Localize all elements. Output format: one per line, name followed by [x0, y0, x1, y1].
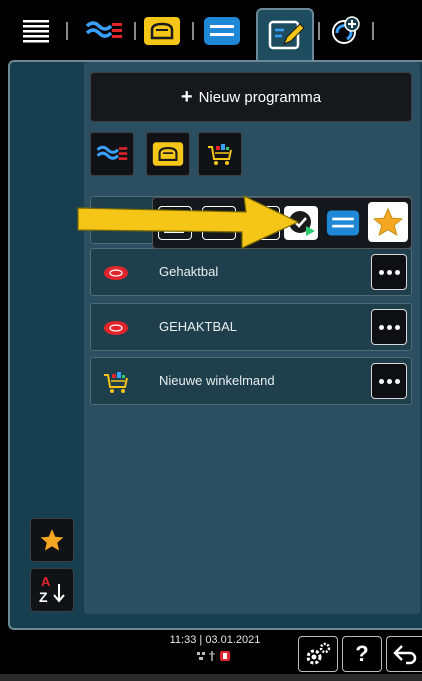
- sort-bottom-letter: Z: [39, 589, 48, 605]
- clock-play-icon: [289, 211, 315, 236]
- meat-steam-icon: [85, 21, 122, 38]
- delete-icon: [256, 216, 270, 233]
- more-options-button[interactable]: [371, 254, 407, 290]
- separator: |: [199, 634, 203, 646]
- favorites-filter-button[interactable]: [30, 518, 74, 562]
- network-usb-status-icon: [197, 651, 230, 661]
- list-item[interactable]: GEHAKTBAL: [90, 303, 412, 351]
- meat-icon: [99, 314, 133, 342]
- dot: [394, 378, 400, 384]
- tab-separator: [192, 22, 194, 40]
- list-item-label: Nieuwe winkelmand: [159, 373, 275, 388]
- date-text: 03.01.2021: [205, 634, 261, 646]
- favorite-button[interactable]: [368, 202, 408, 242]
- dot: [386, 269, 392, 275]
- new-program-label: Nieuw programma: [198, 88, 322, 106]
- status-icons: [150, 650, 280, 665]
- filter-meat[interactable]: [90, 132, 134, 176]
- spiral-plus-icon: [332, 16, 360, 44]
- help-button[interactable]: ?: [342, 636, 382, 672]
- filter-basket[interactable]: [198, 132, 242, 176]
- tab-separator: [372, 22, 374, 40]
- bread-icon: [152, 142, 184, 166]
- tab-meat-category[interactable]: [84, 12, 124, 50]
- star-icon: [373, 207, 403, 236]
- hamburger-list-icon: [23, 20, 49, 43]
- delete-button[interactable]: [246, 206, 280, 240]
- gears-icon: [306, 642, 331, 665]
- dot: [386, 324, 392, 330]
- back-arrow-icon: [392, 645, 416, 665]
- edit-pencil-icon: [268, 20, 304, 50]
- star-icon: [40, 529, 64, 551]
- sort-top-letter: A: [41, 574, 51, 589]
- dot: [394, 324, 400, 330]
- edit-icon: [164, 213, 187, 233]
- list-item-label: Gehaktbal: [159, 264, 219, 279]
- tray-icon: [326, 210, 360, 236]
- basket-icon: [99, 368, 133, 396]
- plus-icon: +: [180, 85, 193, 108]
- dot: [378, 324, 384, 330]
- time-text: 11:33: [169, 634, 197, 646]
- meat-icon: [99, 259, 133, 287]
- top-tab-bar: [0, 0, 422, 62]
- sort-az-button[interactable]: A Z: [30, 568, 74, 612]
- tab-side-dish-category[interactable]: [202, 12, 242, 50]
- list-item-label: GEHAKTBAL: [159, 319, 238, 334]
- edit-button[interactable]: [158, 206, 192, 240]
- dot: [386, 378, 392, 384]
- filter-bread[interactable]: [146, 132, 190, 176]
- tab-baking-category[interactable]: [142, 12, 182, 50]
- copy-icon: [209, 216, 229, 232]
- tray-icon: [204, 17, 240, 45]
- device-frame: [0, 674, 422, 681]
- sort-alpha-icon: A Z: [39, 574, 65, 605]
- tab-edit-programs[interactable]: [266, 16, 306, 54]
- question-icon: ?: [355, 641, 369, 666]
- tab-separator: [318, 22, 320, 40]
- list-item[interactable]: Gehaktbal: [90, 248, 412, 296]
- bread-icon: [144, 17, 180, 45]
- more-options-button[interactable]: [371, 363, 407, 399]
- settings-button[interactable]: [298, 636, 338, 672]
- more-options-button[interactable]: [371, 309, 407, 345]
- dot: [394, 269, 400, 275]
- oven-screen: + Nieuw programma Gehaktbal GEHAKTBAL Ni…: [0, 0, 422, 681]
- meat-steam-icon: [96, 145, 128, 160]
- new-program-button[interactable]: + Nieuw programma: [90, 72, 412, 122]
- tab-separator: [66, 22, 68, 40]
- copy-button[interactable]: [202, 206, 236, 240]
- dot: [378, 378, 384, 384]
- tab-separator: [134, 22, 136, 40]
- date-time: 11:33 | 03.01.2021: [150, 634, 280, 646]
- list-item[interactable]: Nieuwe winkelmand: [90, 357, 412, 405]
- basket-icon: [208, 144, 232, 165]
- meat-icon: [99, 207, 133, 235]
- category-button[interactable]: [326, 206, 360, 240]
- tab-menu[interactable]: [16, 12, 56, 50]
- tab-intelligent-cooking[interactable]: [326, 12, 366, 50]
- start-timer-button[interactable]: [284, 206, 318, 240]
- back-button[interactable]: [386, 636, 422, 672]
- dot: [378, 269, 384, 275]
